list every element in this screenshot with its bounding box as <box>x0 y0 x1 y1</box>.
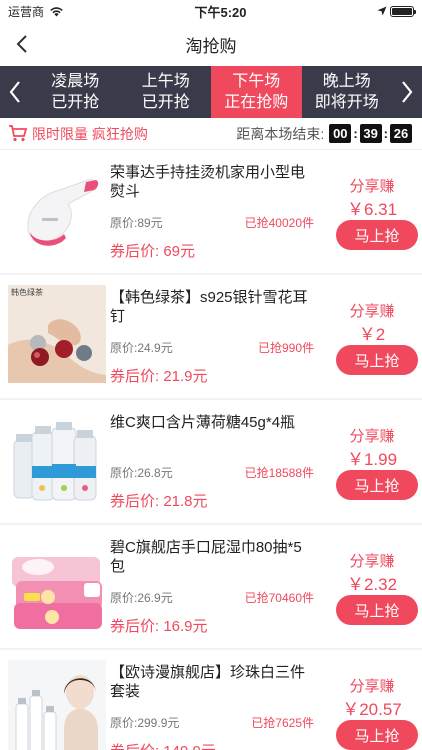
original-price: 原价:26.9元 <box>110 591 173 605</box>
session-list: 凌晨场 已开抢 上午场 已开抢 下午场 正在抢购 晚上场 即将开场 <box>30 66 392 118</box>
share-earn-value: ￥20.57 <box>342 700 402 719</box>
original-price: 原价:26.8元 <box>110 466 173 480</box>
session-tabs: 凌晨场 已开抢 上午场 已开抢 下午场 正在抢购 晚上场 即将开场 <box>0 66 422 118</box>
original-price: 原价:299.9元 <box>110 716 180 730</box>
share-earn-value: ￥2.32 <box>346 575 398 594</box>
session-name: 上午场 <box>141 73 190 90</box>
chevron-left-icon <box>9 81 20 103</box>
share-earn-value: ￥1.99 <box>346 450 398 469</box>
product-item[interactable]: 荣事达手持挂烫机家用小型电熨斗 原价:89元 已抢40020件 券后价: 69元… <box>0 150 422 273</box>
coupon-price: 券后价: 21.8元 <box>110 493 208 510</box>
share-earn-label: 分享赚 <box>349 678 395 695</box>
location-arrow-icon <box>377 6 387 16</box>
coupon-price: 券后价: 21.9元 <box>110 368 208 385</box>
session-prev-button[interactable] <box>0 66 30 118</box>
session-tab-afternoon[interactable]: 下午场 正在抢购 <box>211 66 302 118</box>
status-right <box>377 5 416 17</box>
buy-now-button[interactable]: 马上抢 <box>336 345 418 375</box>
product-image <box>8 535 106 633</box>
session-name: 晚上场 <box>322 73 371 90</box>
countdown-hours: 00 <box>329 124 352 143</box>
promo-bar: 限时限量 疯狂抢购 距离本场结束: 00 : 39 : 26 <box>0 118 422 150</box>
product-item[interactable]: 韩色绿茶 【韩色绿茶】s925银针雪花耳钉 原价:24.9元 已抢990件 券后… <box>0 275 422 398</box>
chevron-right-icon <box>402 81 413 103</box>
share-earn-value: ￥6.31 <box>346 200 398 219</box>
product-info: 荣事达手持挂烫机家用小型电熨斗 原价:89元 已抢40020件 券后价: 69元 <box>110 150 322 273</box>
product-actions: 分享赚 ￥2 马上抢 <box>322 275 422 398</box>
session-state: 即将开场 <box>314 94 379 111</box>
buy-now-button[interactable]: 马上抢 <box>336 220 418 250</box>
product-item[interactable]: 【欧诗漫旗舰店】珍珠白三件套装 原价:299.9元 已抢7625件 券后价: 1… <box>0 650 422 750</box>
original-price: 原价:24.9元 <box>110 341 173 355</box>
session-tab-evening[interactable]: 晚上场 即将开场 <box>302 66 393 118</box>
coupon-price: 券后价: 69元 <box>110 243 196 260</box>
product-item[interactable]: 碧C旗舰店手口屁湿巾80抽*5包 原价:26.9元 已抢70460件 券后价: … <box>0 525 422 648</box>
coupon-price: 券后价: 149.9元 <box>110 740 216 750</box>
status-left: 运营商 <box>8 3 64 20</box>
session-state: 已开抢 <box>141 94 190 111</box>
product-image <box>8 660 106 750</box>
sold-count: 已抢7625件 <box>251 716 314 730</box>
product-info: 碧C旗舰店手口屁湿巾80抽*5包 原价:26.9元 已抢70460件 券后价: … <box>110 525 322 648</box>
product-image <box>8 160 106 258</box>
session-next-button[interactable] <box>392 66 422 118</box>
session-state: 已开抢 <box>51 94 100 111</box>
original-price: 原价:89元 <box>110 216 163 230</box>
product-info: 【欧诗漫旗舰店】珍珠白三件套装 原价:299.9元 已抢7625件 券后价: 1… <box>110 650 322 750</box>
product-name: 荣事达手持挂烫机家用小型电熨斗 <box>110 164 306 200</box>
product-actions: 分享赚 ￥2.32 马上抢 <box>322 525 422 648</box>
countdown-colon: : <box>353 126 358 141</box>
buy-now-button[interactable]: 马上抢 <box>336 720 418 750</box>
product-actions: 分享赚 ￥6.31 马上抢 <box>322 150 422 273</box>
sold-count: 已抢18588件 <box>244 466 314 480</box>
sold-count: 已抢990件 <box>257 341 314 355</box>
cart-icon <box>9 125 28 142</box>
share-earn-label: 分享赚 <box>349 428 395 445</box>
session-name: 凌晨场 <box>51 73 100 90</box>
countdown-label: 距离本场结束: <box>236 125 325 142</box>
wifi-icon <box>50 6 63 16</box>
product-image: 韩色绿茶 <box>8 285 106 383</box>
product-actions: 分享赚 ￥20.57 马上抢 <box>322 650 422 750</box>
product-name: 【韩色绿茶】s925银针雪花耳钉 <box>110 289 308 325</box>
product-name: 碧C旗舰店手口屁湿巾80抽*5包 <box>110 539 302 575</box>
share-earn-label: 分享赚 <box>349 178 395 195</box>
product-image <box>8 410 106 508</box>
share-earn-label: 分享赚 <box>349 553 395 570</box>
coupon-price: 券后价: 16.9元 <box>110 618 208 635</box>
product-actions: 分享赚 ￥1.99 马上抢 <box>322 400 422 523</box>
back-chevron-icon[interactable] <box>14 32 32 56</box>
countdown-seconds: 26 <box>390 124 412 143</box>
product-name: 【欧诗漫旗舰店】珍珠白三件套装 <box>110 664 306 700</box>
buy-now-button[interactable]: 马上抢 <box>336 595 418 625</box>
carrier-label: 运营商 <box>8 4 45 19</box>
product-info: 【韩色绿茶】s925银针雪花耳钉 原价:24.9元 已抢990件 券后价: 21… <box>110 275 322 398</box>
product-info: 维C爽口含片薄荷糖45g*4瓶 原价:26.8元 已抢18588件 券后价: 2… <box>110 400 322 523</box>
promo-label: 限时限量 疯狂抢购 <box>32 125 148 142</box>
battery-icon <box>389 5 416 17</box>
nav-bar: 淘抢购 <box>0 22 422 66</box>
page-title: 淘抢购 <box>185 36 237 56</box>
product-item[interactable]: 维C爽口含片薄荷糖45g*4瓶 原价:26.8元 已抢18588件 券后价: 2… <box>0 400 422 523</box>
sold-count: 已抢40020件 <box>244 216 314 230</box>
status-bar: 运营商 下午5:20 <box>0 0 422 22</box>
session-state: 正在抢购 <box>224 94 289 111</box>
session-tab-early[interactable]: 凌晨场 已开抢 <box>30 66 121 118</box>
share-earn-value: ￥2 <box>358 325 386 344</box>
sold-count: 已抢70460件 <box>244 591 314 605</box>
product-list: 荣事达手持挂烫机家用小型电熨斗 原价:89元 已抢40020件 券后价: 69元… <box>0 150 422 750</box>
countdown: 距离本场结束: 00 : 39 : 26 <box>236 124 412 144</box>
image-brand-text: 韩色绿茶 <box>11 288 43 297</box>
session-tab-morning[interactable]: 上午场 已开抢 <box>121 66 212 118</box>
status-time: 下午5:20 <box>194 4 247 20</box>
product-name: 维C爽口含片薄荷糖45g*4瓶 <box>110 414 296 431</box>
promo-left: 限时限量 疯狂抢购 <box>8 124 148 144</box>
countdown-colon: : <box>383 126 388 141</box>
session-name: 下午场 <box>232 73 281 90</box>
countdown-minutes: 39 <box>359 124 382 143</box>
share-earn-label: 分享赚 <box>349 303 395 320</box>
buy-now-button[interactable]: 马上抢 <box>336 470 418 500</box>
